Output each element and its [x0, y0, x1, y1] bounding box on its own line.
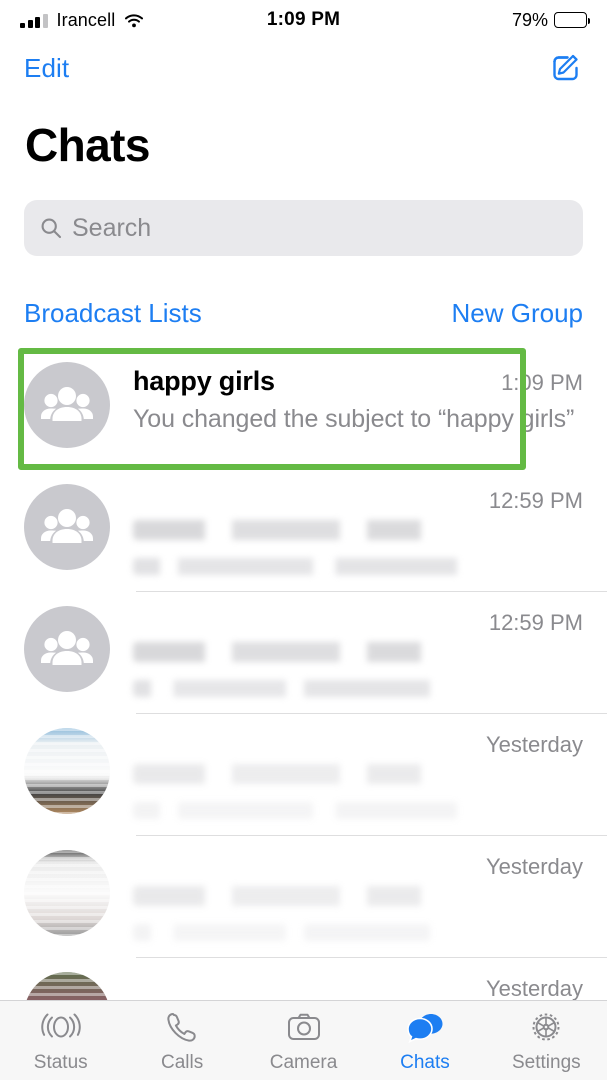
table-row[interactable]: 12:59 PM [0, 470, 607, 592]
search-input[interactable]: Search [24, 200, 583, 256]
chats-icon [407, 1014, 443, 1044]
table-row[interactable]: happy girls 1:09 PM You changed the subj… [0, 348, 607, 470]
chat-row-content: 12:59 PM [110, 484, 583, 575]
tab-settings[interactable]: Settings [486, 1007, 607, 1074]
redacted-chat-name [133, 886, 583, 906]
chat-row-header: Yesterday [133, 854, 583, 880]
group-avatar [24, 362, 110, 448]
chat-name: happy girls [133, 366, 275, 396]
tab-camera[interactable]: Camera [243, 1007, 364, 1074]
chat-preview: You changed the subject to “happy girls” [133, 405, 575, 433]
redacted-chat-name [133, 764, 583, 784]
signal-strength-icon [20, 13, 48, 28]
group-avatar [24, 484, 110, 570]
search-placeholder: Search [72, 213, 152, 242]
table-row[interactable]: Yesterday [0, 836, 607, 958]
compose-icon[interactable] [549, 51, 583, 85]
tab-camera-label: Camera [269, 1052, 338, 1073]
tab-status-label: Status [33, 1052, 88, 1073]
chat-row-header: Yesterday [133, 976, 583, 1002]
chat-row-content: happy girls 1:09 PM You changed the subj… [110, 362, 583, 434]
gear-icon [532, 1013, 560, 1041]
redacted-chat-preview [133, 802, 583, 819]
chat-timestamp: 1:09 PM [501, 370, 583, 395]
status-bar-left: Irancell [20, 10, 267, 31]
status-bar-clock: 1:09 PM [266, 9, 341, 30]
table-row[interactable]: 12:59 PM [0, 592, 607, 714]
phone-icon [167, 1013, 196, 1042]
edit-button[interactable]: Edit [24, 53, 69, 84]
chat-row-header: happy girls 1:09 PM [133, 366, 583, 397]
redacted-chat-preview [133, 558, 583, 575]
tab-calls-label: Calls [160, 1052, 204, 1073]
carrier-label: Irancell [56, 9, 116, 30]
whatsapp-chats-screen: Irancell 1:09 PM 79% Edit Chats Search B… [0, 0, 607, 1080]
search-container: Search [24, 200, 583, 256]
contact-avatar [24, 728, 110, 814]
chat-row-header: 12:59 PM [133, 488, 583, 514]
page-title: Chats [25, 119, 150, 171]
chat-actions-row: Broadcast Lists New Group [24, 298, 583, 329]
chat-row-content: Yesterday [110, 850, 583, 941]
battery-percent-label: 79% [511, 9, 548, 30]
camera-icon [287, 1013, 320, 1040]
nav-bar: Edit [0, 42, 607, 94]
tab-bar: Status Calls Camera Chats Settings [0, 1000, 607, 1080]
contact-avatar [24, 850, 110, 936]
redacted-chat-name [133, 520, 583, 540]
redacted-chat-preview [133, 680, 583, 697]
search-icon [40, 217, 62, 239]
chat-timestamp: Yesterday [485, 976, 583, 1001]
tab-settings-label: Settings [512, 1052, 581, 1073]
group-avatar [24, 606, 110, 692]
tab-chats-label: Chats [400, 1052, 450, 1073]
chat-list[interactable]: happy girls 1:09 PM You changed the subj… [0, 348, 607, 1008]
chat-row-header: Yesterday [133, 732, 583, 758]
redacted-chat-name [133, 642, 583, 662]
wifi-icon [124, 13, 144, 28]
chat-row-header: 12:59 PM [133, 610, 583, 636]
chat-row-content: Yesterday [110, 728, 583, 819]
broadcast-lists-button[interactable]: Broadcast Lists [24, 298, 202, 329]
new-group-button[interactable]: New Group [452, 298, 584, 329]
chat-timestamp: Yesterday [485, 854, 583, 879]
status-bar-right: 79% [340, 9, 591, 31]
chat-row-content: 12:59 PM [110, 606, 583, 697]
chat-timestamp: Yesterday [485, 732, 583, 757]
status-icon [40, 1013, 81, 1041]
chat-timestamp: 12:59 PM [488, 610, 583, 635]
tab-status[interactable]: Status [0, 1007, 121, 1074]
chat-timestamp: 12:59 PM [488, 488, 583, 513]
status-bar: Irancell 1:09 PM 79% [0, 0, 607, 40]
redacted-chat-preview [133, 924, 583, 941]
tab-chats[interactable]: Chats [364, 1007, 485, 1074]
table-row[interactable]: Yesterday [0, 714, 607, 836]
tab-calls[interactable]: Calls [121, 1007, 242, 1074]
battery-icon [554, 12, 591, 28]
